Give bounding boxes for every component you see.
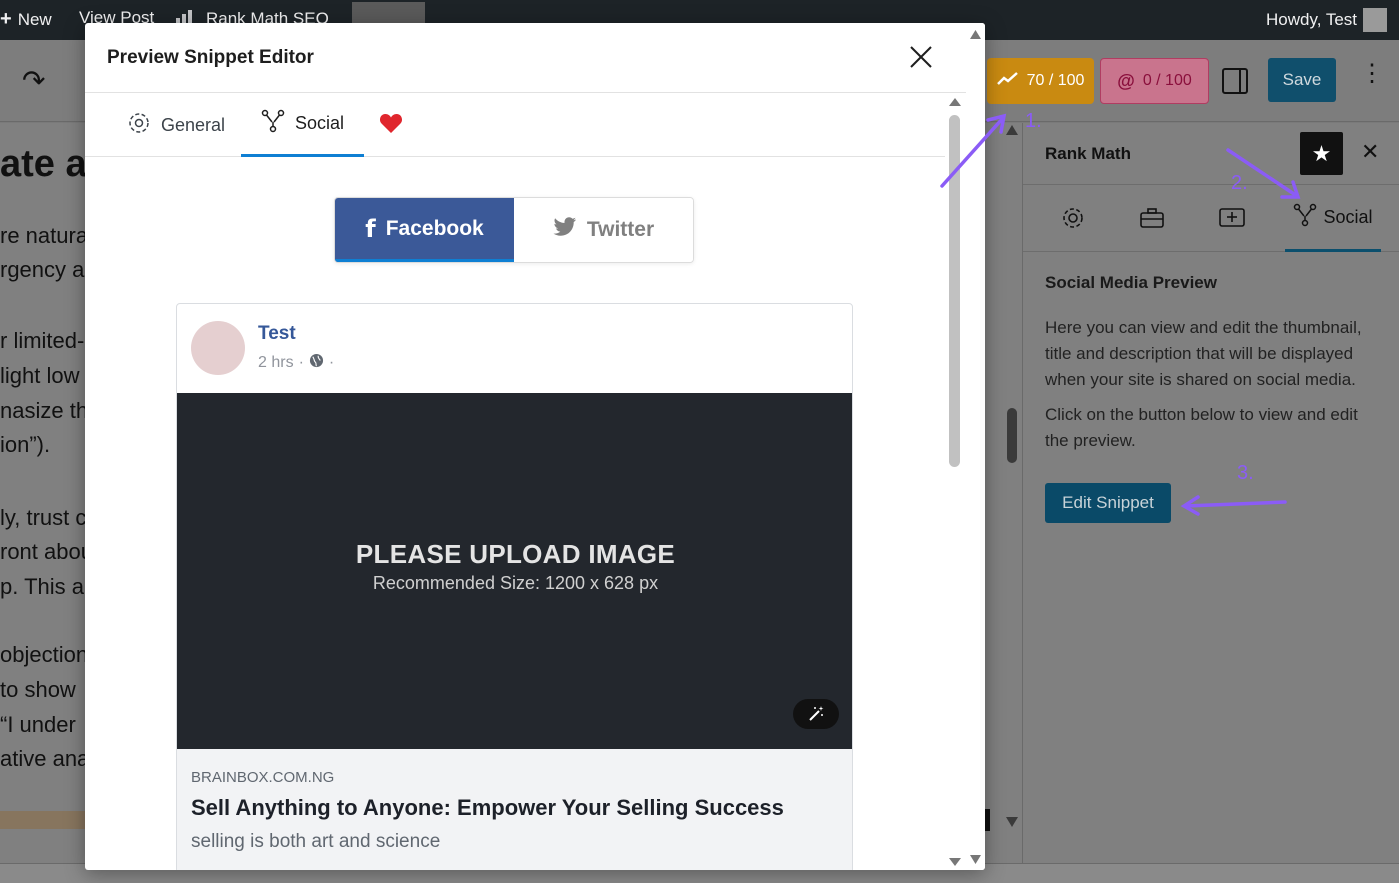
preview-description[interactable]: selling is both art and science: [191, 831, 440, 853]
section-instruction: Click on the button below to view and ed…: [1045, 405, 1358, 450]
tab-general[interactable]: General: [127, 93, 225, 157]
annotation-step-3: 3.: [1237, 462, 1254, 484]
meta-separator: ·: [298, 354, 304, 371]
admin-bar-redacted-item: [352, 2, 425, 24]
facebook-icon: f: [365, 214, 376, 243]
save-button[interactable]: Save: [1268, 58, 1336, 102]
star-icon[interactable]: ★: [1300, 132, 1343, 175]
twitter-tab-button[interactable]: Twitter: [514, 198, 693, 262]
modal-outer-scrollbar[interactable]: [966, 23, 985, 870]
seo-score-button[interactable]: 70 / 100: [987, 58, 1094, 104]
schema-icon[interactable]: [1217, 203, 1247, 233]
modal-tabs: General Social: [85, 93, 945, 157]
paragraph-line[interactable]: light low: [0, 363, 79, 389]
post-time: 2 hrs: [258, 354, 294, 371]
preview-snippet-editor-modal: Preview Snippet Editor General Social f: [85, 23, 985, 870]
tab-pro[interactable]: [379, 93, 403, 157]
sidebar-toggle-icon[interactable]: [1222, 68, 1248, 94]
preview-link-details[interactable]: BRAINBOX.COM.NG Sell Anything to Anyone:…: [177, 749, 852, 870]
globe-icon: [309, 353, 324, 373]
admin-bar-new-label: New: [17, 9, 52, 29]
modal-title: Preview Snippet Editor: [107, 47, 314, 68]
plus-icon: +: [0, 8, 12, 30]
content-ai-score-button[interactable]: @ 0 / 100: [1100, 58, 1209, 104]
meta-separator: ·: [328, 354, 335, 371]
paragraph-line[interactable]: ront abou: [0, 539, 93, 565]
paragraph-line[interactable]: to show: [0, 677, 76, 703]
content-ai-icon: @: [1117, 70, 1135, 91]
modal-header: Preview Snippet Editor: [85, 23, 985, 93]
rank-math-sidebar: Rank Math ★ ✕ Social Social Media Previe…: [1022, 123, 1399, 863]
scrollbar-thumb[interactable]: [949, 115, 960, 467]
admin-bar-howdy: Howdy, Test: [1266, 10, 1358, 29]
image-placeholder-subtitle: Recommended Size: 1200 x 628 px: [372, 573, 659, 593]
sidebar-title: Rank Math: [1045, 144, 1131, 163]
toolbox-icon[interactable]: [1137, 203, 1167, 233]
paragraph-line[interactable]: re natura: [0, 223, 88, 249]
editor-scrollbar[interactable]: [982, 123, 1022, 833]
social-media-preview-section: Social Media Preview Here you can view a…: [1045, 273, 1385, 454]
sidebar-tab-social[interactable]: Social: [1285, 186, 1381, 252]
seo-score-value: 70 / 100: [1026, 72, 1085, 89]
share-nodes-icon: [1293, 203, 1317, 232]
gear-icon[interactable]: [1058, 203, 1088, 233]
admin-bar-account[interactable]: Howdy, Test: [1266, 8, 1388, 32]
close-icon[interactable]: ✕: [1361, 139, 1379, 165]
paragraph-line[interactable]: ion”).: [0, 432, 50, 458]
rank-math-logo-icon: [996, 71, 1019, 91]
preview-image-placeholder[interactable]: PLEASE UPLOAD IMAGE Recommended Size: 12…: [177, 393, 852, 749]
sidebar-tabs: Social: [1023, 186, 1399, 252]
magic-wand-icon[interactable]: [793, 699, 839, 729]
gear-icon: [127, 111, 151, 140]
modal-inner-scrollbar[interactable]: [944, 93, 966, 870]
facebook-tab-button[interactable]: f Facebook: [335, 198, 514, 262]
close-icon[interactable]: [907, 43, 935, 71]
preview-title[interactable]: Sell Anything to Anyone: Empower Your Se…: [191, 795, 784, 821]
admin-bar-new[interactable]: + New: [0, 8, 52, 31]
heart-icon: [379, 112, 403, 139]
paragraph-line[interactable]: rgency a: [0, 257, 84, 283]
more-options-icon[interactable]: ⋮: [1360, 62, 1384, 86]
section-title: Social Media Preview: [1045, 273, 1217, 292]
twitter-icon: [553, 217, 577, 243]
section-description: Here you can view and edit the thumbnail…: [1045, 318, 1362, 389]
avatar: [191, 321, 245, 375]
paragraph-line[interactable]: nasize th: [0, 398, 88, 424]
content-ai-score-value: 0 / 100: [1142, 72, 1192, 89]
post-meta: 2 hrs · ·: [258, 353, 334, 373]
post-heading[interactable]: ate a: [0, 143, 87, 186]
paragraph-line[interactable]: r limited-: [0, 328, 84, 354]
post-author: Test: [258, 323, 296, 344]
tab-social-label: Social: [295, 113, 345, 133]
paragraph-line[interactable]: p. This a: [0, 574, 84, 600]
network-toggle: f Facebook Twitter: [334, 197, 694, 263]
sidebar-tab-social-label: Social: [1323, 207, 1373, 227]
facebook-preview-card: Test 2 hrs · · PLEASE UPLOAD IMAGE Recom…: [176, 303, 853, 870]
share-nodes-icon: [261, 109, 285, 138]
annotation-step-2: 2.: [1231, 172, 1248, 194]
twitter-tab-label: Twitter: [586, 218, 655, 241]
edit-snippet-button[interactable]: Edit Snippet: [1045, 483, 1171, 523]
paragraph-line[interactable]: “I under: [0, 712, 76, 738]
sidebar-header: Rank Math ★ ✕: [1023, 123, 1399, 185]
image-placeholder-title: PLEASE UPLOAD IMAGE: [355, 539, 676, 569]
tab-social[interactable]: Social: [241, 93, 365, 157]
preview-domain: BRAINBOX.COM.NG: [191, 769, 335, 786]
tab-general-label: General: [161, 114, 226, 135]
redo-icon[interactable]: ↷: [22, 64, 45, 97]
paragraph-line[interactable]: ly, trust c: [0, 505, 86, 531]
paragraph-line[interactable]: ative ana: [0, 746, 89, 772]
user-avatar: [1363, 8, 1388, 32]
paragraph-line[interactable]: objection: [0, 642, 88, 668]
annotation-step-1: 1.: [1025, 110, 1042, 132]
facebook-tab-label: Facebook: [385, 216, 484, 240]
